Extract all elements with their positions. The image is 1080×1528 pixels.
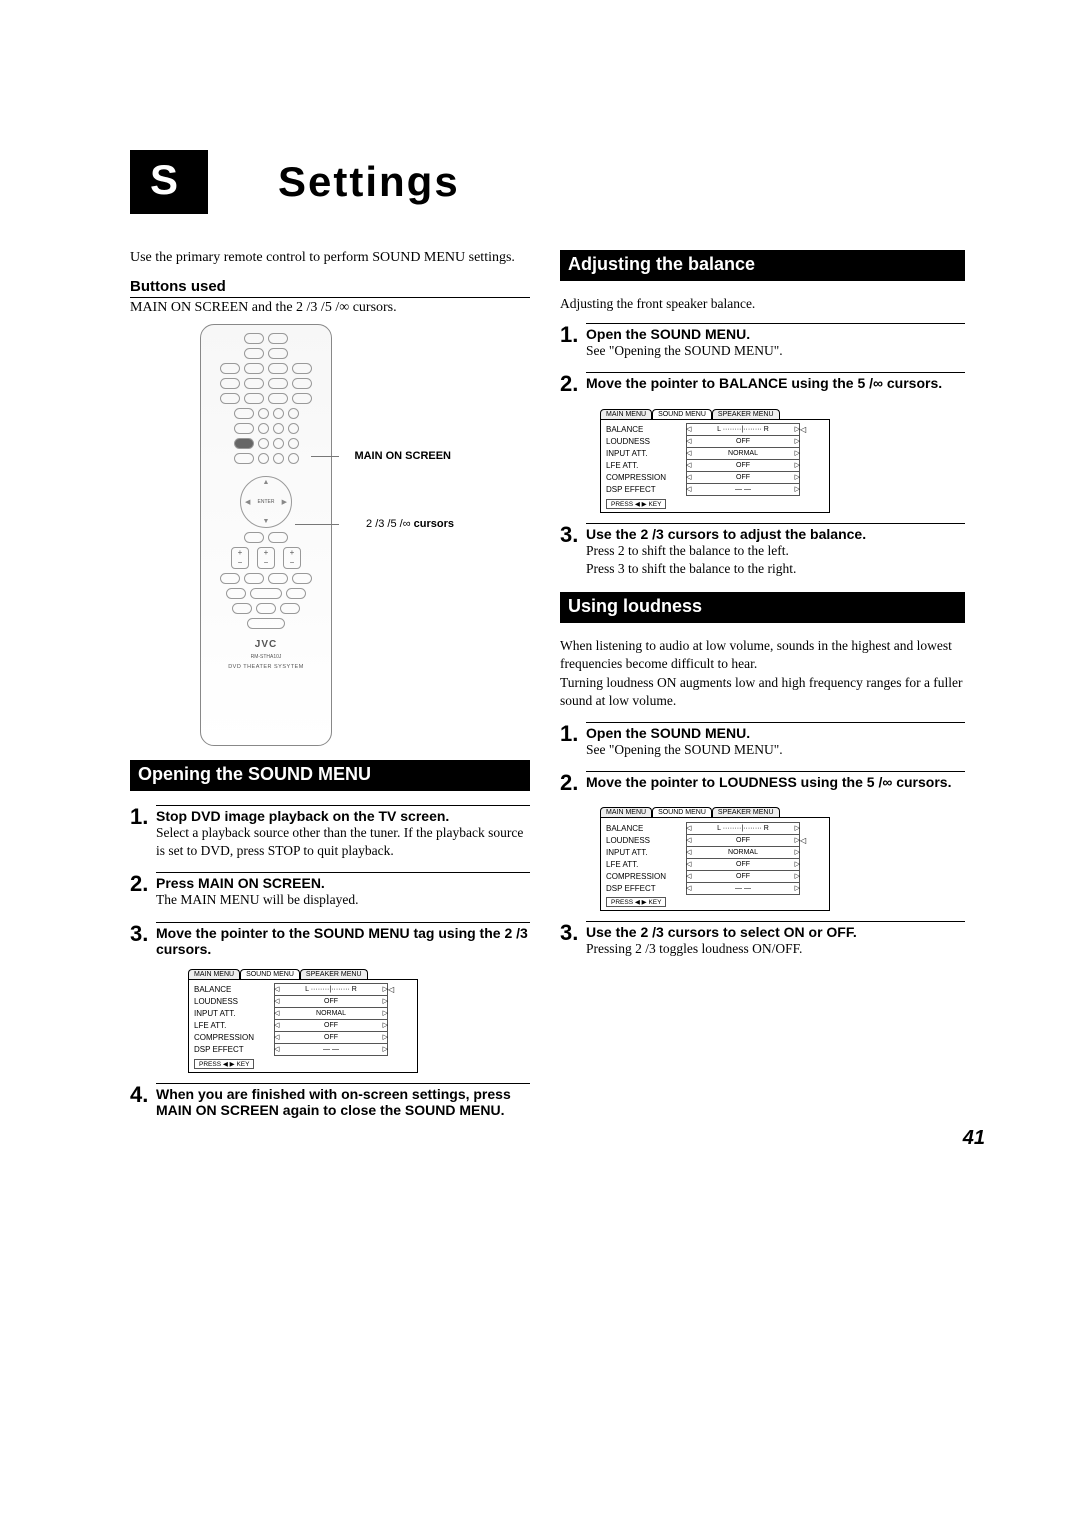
step: 1. Open the SOUND MENU. See "Opening the…: [560, 722, 965, 759]
callout-cursors: 2 /3 /5 /∞ cursors: [366, 518, 454, 530]
remote-model: RM-STHA10J: [251, 654, 282, 660]
menu-tab-speaker: SPEAKER MENU: [300, 969, 368, 979]
section-intro: When listening to audio at low volume, s…: [560, 637, 965, 710]
intro-text: Use the primary remote control to perfor…: [130, 250, 530, 266]
callout-main-on-screen: MAIN ON SCREEN: [354, 450, 451, 462]
step: 2. Press MAIN ON SCREEN. The MAIN MENU w…: [130, 872, 530, 909]
step-number: 2.: [560, 372, 586, 396]
step-text: Pressing 2 /3 toggles loudness ON/OFF.: [586, 940, 965, 958]
menu-tab-sound: SOUND MENU: [240, 969, 300, 979]
title-main: Settings: [278, 158, 460, 206]
page-title-row: S Settings: [130, 150, 985, 214]
step: 4. When you are finished with on-screen …: [130, 1083, 530, 1118]
step-title: Open the SOUND MENU.: [586, 725, 965, 741]
screenshot-sound-menu-loudness: MAIN MENU SOUND MENU SPEAKER MENU BALANC…: [600, 807, 830, 911]
step-title: Move the pointer to BALANCE using the 5 …: [586, 375, 965, 391]
step-number: 1.: [560, 323, 586, 347]
section-adjusting-balance: Adjusting the balance: [560, 250, 965, 281]
step: 3. Use the 2 /3 cursors to adjust the ba…: [560, 523, 965, 578]
step: 1. Open the SOUND MENU. See "Opening the…: [560, 323, 965, 360]
section-opening-sound-menu: Opening the SOUND MENU: [130, 760, 530, 791]
step-number: 1.: [130, 805, 156, 829]
page-number: 41: [963, 1127, 985, 1150]
divider: [130, 297, 530, 298]
step-number: 3.: [130, 922, 156, 946]
step-number: 3.: [560, 921, 586, 945]
step-text: See "Opening the SOUND MENU".: [586, 342, 965, 360]
step-text: Press 2 to shift the balance to the left…: [586, 542, 965, 578]
section-intro: Adjusting the front speaker balance.: [560, 295, 965, 313]
title-badge: S: [130, 150, 208, 214]
screenshot-sound-menu-balance: MAIN MENU SOUND MENU SPEAKER MENU BALANC…: [600, 409, 830, 513]
buttons-used-label: Buttons used: [130, 278, 530, 295]
step-title: Use the 2 /3 cursors to select ON or OFF…: [586, 924, 965, 940]
step-text: The MAIN MENU will be displayed.: [156, 891, 530, 909]
menu-tab-main: MAIN MENU: [188, 969, 240, 979]
buttons-used-body: MAIN ON SCREEN and the 2 /3 /5 /∞ cursor…: [130, 300, 530, 316]
step: 1. Stop DVD image playback on the TV scr…: [130, 805, 530, 860]
step-title: Move the pointer to LOUDNESS using the 5…: [586, 774, 965, 790]
step-number: 3.: [560, 523, 586, 547]
step: 2. Move the pointer to LOUDNESS using th…: [560, 771, 965, 795]
remote-illustration: ▲▼ ◀▶ +− +− +− JVC RM-STHA10J DVD: [200, 324, 332, 746]
step-number: 1.: [560, 722, 586, 746]
step-title: Stop DVD image playback on the TV screen…: [156, 808, 530, 824]
step: 2. Move the pointer to BALANCE using the…: [560, 372, 965, 396]
step-text: See "Opening the SOUND MENU".: [586, 741, 965, 759]
step-number: 2.: [130, 872, 156, 896]
screenshot-sound-menu-balance: MAIN MENU SOUND MENU SPEAKER MENU BALANC…: [188, 969, 418, 1073]
step-title: Move the pointer to the SOUND MENU tag u…: [156, 925, 530, 957]
section-using-loudness: Using loudness: [560, 592, 965, 623]
step-title: Open the SOUND MENU.: [586, 326, 965, 342]
step-text: Select a playback source other than the …: [156, 824, 530, 860]
step-number: 2.: [560, 771, 586, 795]
step-title: Press MAIN ON SCREEN.: [156, 875, 530, 891]
step-number: 4.: [130, 1083, 156, 1107]
remote-subtitle: DVD THEATER SYSYTEM: [228, 664, 304, 670]
step-title: When you are finished with on-screen set…: [156, 1086, 530, 1118]
menu-footer: PRESS ◀ ▶ KEY: [194, 1059, 254, 1069]
step: 3. Move the pointer to the SOUND MENU ta…: [130, 922, 530, 957]
step-title: Use the 2 /3 cursors to adjust the balan…: [586, 526, 965, 542]
remote-brand: JVC: [255, 639, 277, 650]
step: 3. Use the 2 /3 cursors to select ON or …: [560, 921, 965, 958]
